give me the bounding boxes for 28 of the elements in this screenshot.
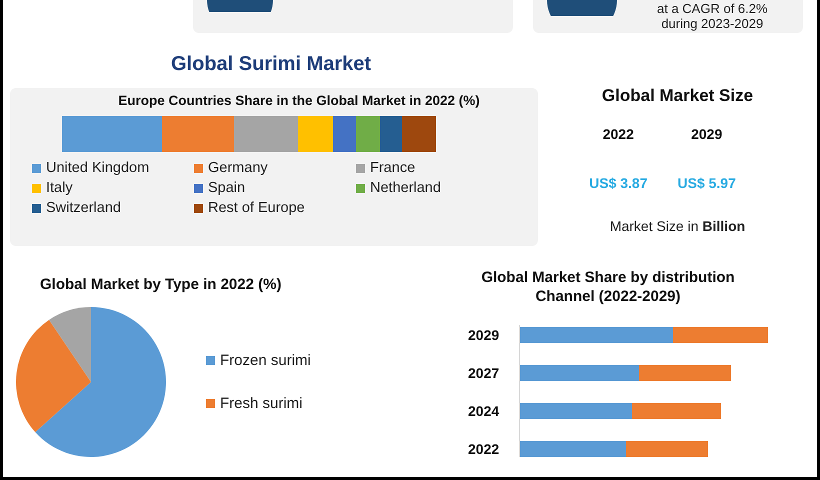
legend-label: Spain — [208, 180, 246, 196]
chart-title: Europe Countries Share in the Global Market in 2022 (%) — [117, 93, 480, 108]
legend-label: Frozen surimi — [220, 352, 311, 369]
year-label: 2022 — [467, 441, 500, 457]
chart-title: Global Market by Type in 2022 (%) — [40, 276, 282, 293]
legend-label: France — [370, 160, 416, 176]
circle-drawing — [547, 0, 617, 16]
chart-title: Global Market Share by distribution Channel (2022-2029) — [480, 268, 736, 306]
legend-label: Netherland — [370, 180, 441, 196]
page-title: Global Surimi Market — [170, 52, 372, 71]
cagr-text: during 2023-2029 — [660, 16, 764, 31]
legend-label: United Kingdom — [46, 160, 150, 176]
year-label: 2027 — [467, 365, 500, 381]
legend-label: Switzerland — [46, 200, 121, 216]
market-value: US$ 3.87 — [589, 175, 648, 191]
legend-label: Fresh surimi — [220, 395, 303, 412]
market-value: US$ 5.97 — [678, 175, 736, 191]
year-label: 2024 — [467, 403, 500, 419]
cagr-text: at a CAGR of 6.2% — [657, 1, 768, 16]
circle-drawing — [207, 0, 273, 12]
legend-label: Rest of Europe — [208, 200, 305, 216]
year-label: 2029 — [467, 327, 500, 343]
year-label: 2029 — [691, 126, 722, 142]
legend-label: Germany — [208, 160, 268, 176]
year-label: 2022 — [602, 126, 634, 142]
legend-label: Italy — [46, 180, 73, 196]
unit-note: Market Size in Billion — [610, 218, 746, 234]
section-title: Global Market Size — [602, 86, 754, 106]
